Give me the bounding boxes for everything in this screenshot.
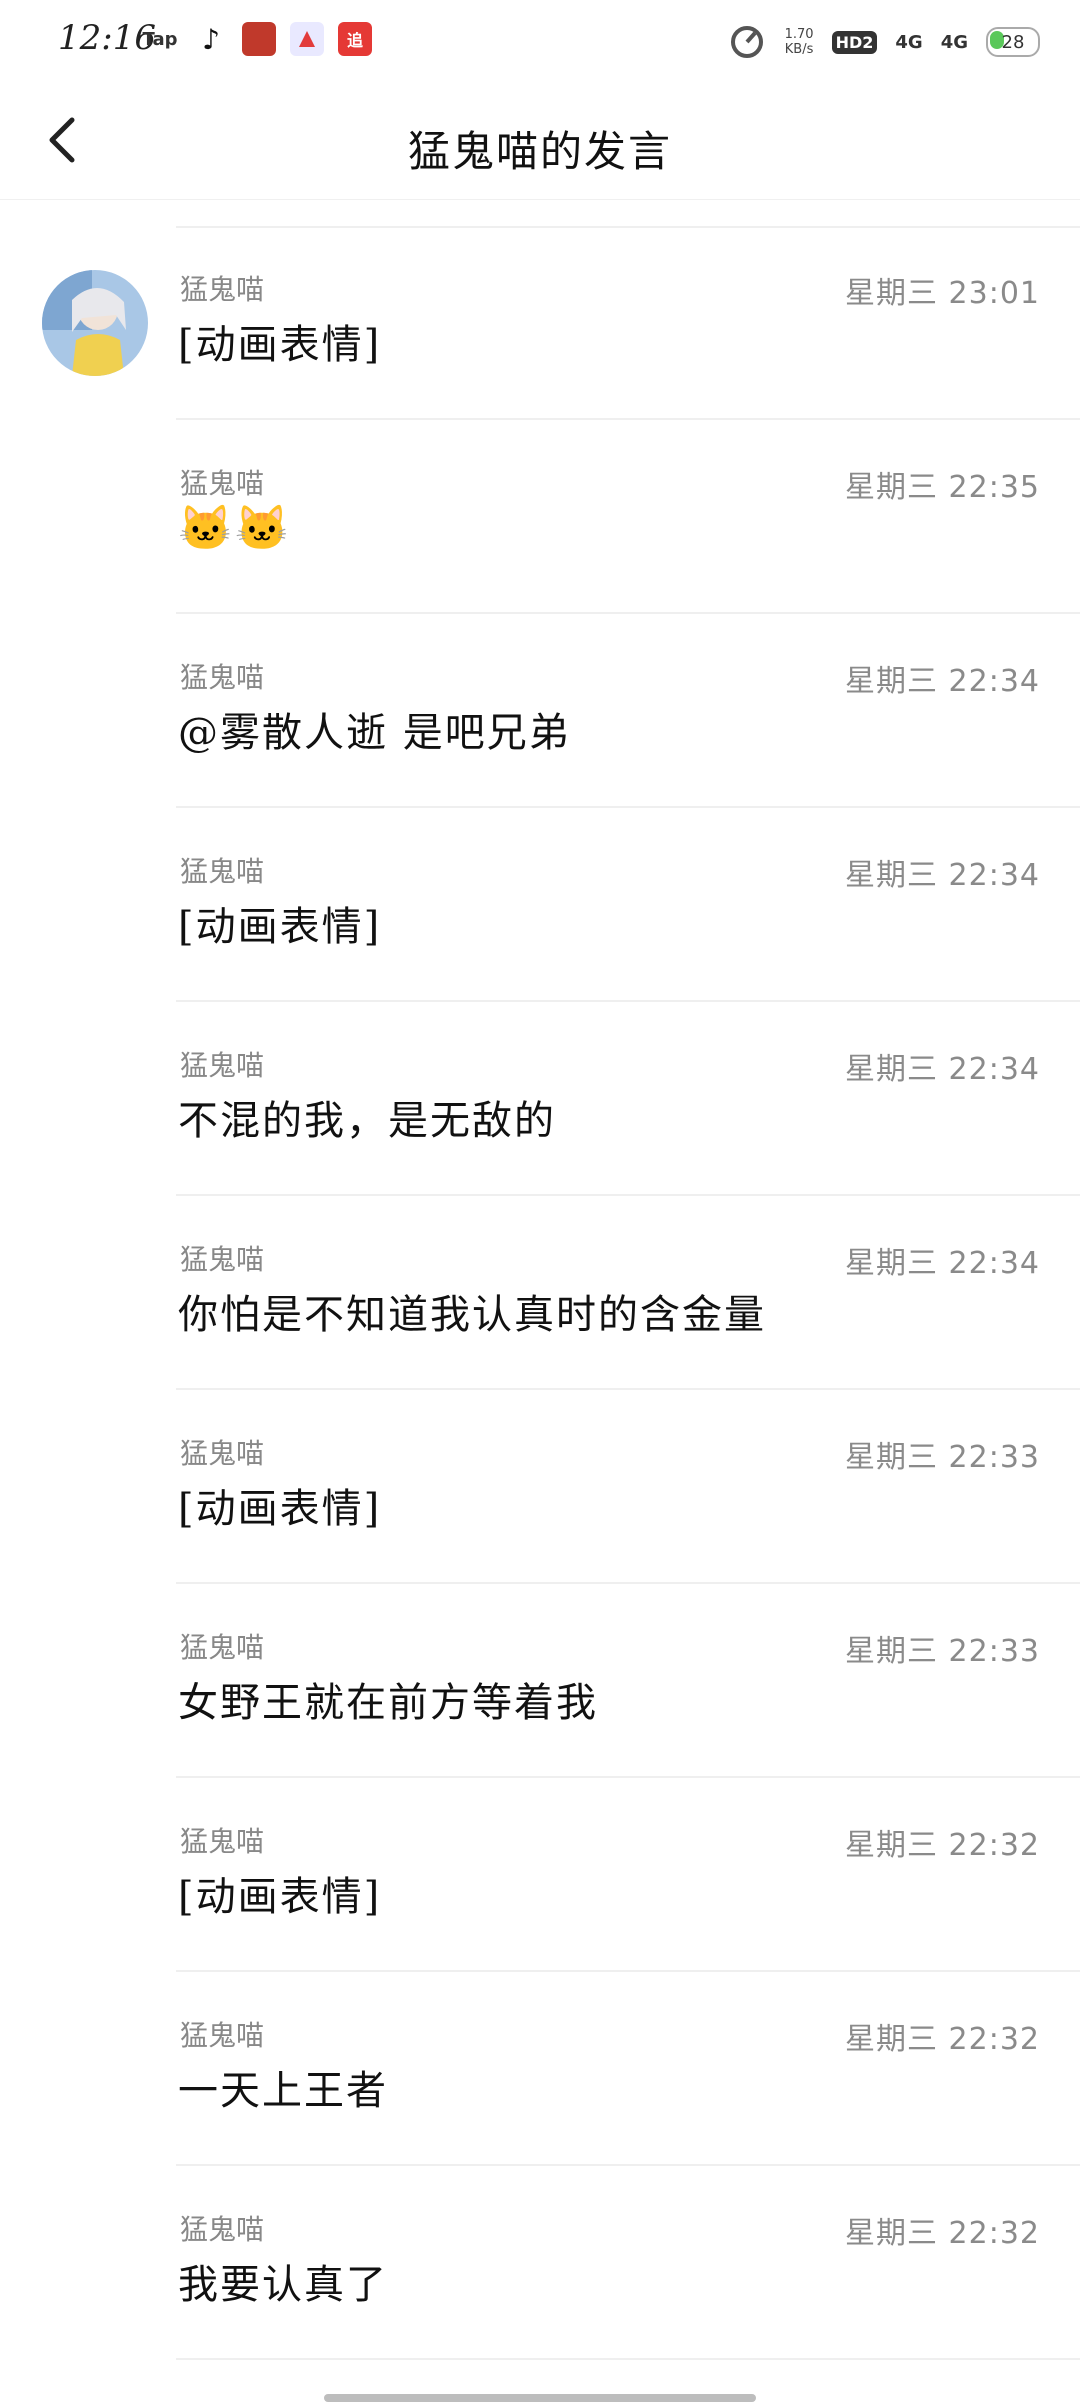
sender-name: 猛鬼喵 [180, 661, 265, 694]
message-text: [动画表情] [178, 322, 382, 368]
message-text: [动画表情] [178, 1486, 382, 1532]
browser-app-icon [290, 22, 324, 56]
message-item[interactable]: 猛鬼喵 星期三 22:33 [动画表情] [0, 1390, 1080, 1584]
signal-4g-2-icon: 4G [940, 31, 968, 53]
sender-name: 猛鬼喵 [180, 273, 265, 306]
status-indicators: 1.70 KB/s HD2 4G 4G 28 [727, 20, 1040, 64]
message-item[interactable]: 猛鬼喵 星期三 22:34 @雾散人逝 是吧兄弟 [0, 614, 1080, 808]
message-item[interactable]: 猛鬼喵 星期三 22:32 我要认真了 [0, 2166, 1080, 2360]
message-text: 一天上王者 [178, 2068, 388, 2114]
message-text: 你怕是不知道我认真时的含金量 [178, 1292, 766, 1338]
status-app-icons: Tap ♪ 追 [140, 22, 372, 56]
sender-name: 猛鬼喵 [180, 1631, 265, 1664]
message-list: 猛鬼喵 星期三 23:01 [动画表情] 猛鬼喵 星期三 22:35 🐱🐱 猛鬼喵 星期三 2… [0, 226, 1080, 2360]
message-time: 星期三 22:32 [845, 1828, 1040, 1863]
sender-name: 猛鬼喵 [180, 1437, 265, 1470]
divider [176, 2358, 1080, 2360]
message-item[interactable]: 猛鬼喵 星期三 22:34 你怕是不知道我认真时的含金量 [0, 1196, 1080, 1390]
message-time: 星期三 23:01 [845, 276, 1040, 311]
message-text: [动画表情] [178, 1874, 382, 1920]
sender-name: 猛鬼喵 [180, 467, 265, 500]
speed-gauge-icon [727, 20, 767, 64]
message-time: 星期三 22:34 [845, 858, 1040, 893]
hd-voice-icon: HD2 [831, 30, 878, 54]
home-indicator[interactable] [324, 2394, 756, 2402]
game-app-icon [242, 22, 276, 56]
sender-name: 猛鬼喵 [180, 1825, 265, 1858]
sender-name: 猛鬼喵 [180, 2213, 265, 2246]
status-bar: 12:16 Tap ♪ 追 1.70 KB/s HD2 4G 4G 28 [0, 0, 1080, 80]
battery-icon: 28 [986, 27, 1040, 57]
message-text: 我要认真了 [178, 2262, 388, 2308]
message-item[interactable]: 猛鬼喵 星期三 22:32 一天上王者 [0, 1972, 1080, 2166]
message-time: 星期三 22:34 [845, 1052, 1040, 1087]
signal-4g-1-icon: 4G [895, 31, 923, 53]
sender-name: 猛鬼喵 [180, 1243, 265, 1276]
avatar[interactable] [42, 270, 148, 376]
top-app-bar: 猛鬼喵的发言 [0, 80, 1080, 200]
zhui-app-icon: 追 [338, 22, 372, 56]
message-time: 星期三 22:34 [845, 664, 1040, 699]
sender-name: 猛鬼喵 [180, 1049, 265, 1082]
message-time: 星期三 22:33 [845, 1440, 1040, 1475]
message-text: [动画表情] [178, 904, 382, 950]
message-item[interactable]: 猛鬼喵 星期三 22:35 🐱🐱 [0, 420, 1080, 614]
message-item[interactable]: 猛鬼喵 星期三 22:34 不混的我，是无敌的 [0, 1002, 1080, 1196]
message-item[interactable]: 猛鬼喵 星期三 22:32 [动画表情] [0, 1778, 1080, 1972]
network-speed: 1.70 KB/s [784, 27, 814, 57]
message-emoji: 🐱🐱 [178, 503, 292, 554]
message-text: @雾散人逝 是吧兄弟 [178, 710, 571, 756]
message-item[interactable]: 猛鬼喵 星期三 22:34 [动画表情] [0, 808, 1080, 1002]
message-text: 不混的我，是无敌的 [178, 1098, 556, 1144]
message-item[interactable]: 猛鬼喵 星期三 23:01 [动画表情] [0, 226, 1080, 420]
message-time: 星期三 22:32 [845, 2022, 1040, 2057]
message-time: 星期三 22:34 [845, 1246, 1040, 1281]
page-title: 猛鬼喵的发言 [407, 127, 672, 176]
message-time: 星期三 22:33 [845, 1634, 1040, 1669]
tiktok-icon: ♪ [202, 22, 220, 56]
tap-app-icon: Tap [142, 28, 178, 50]
message-time: 星期三 22:32 [845, 2216, 1040, 2251]
sender-name: 猛鬼喵 [180, 2019, 265, 2052]
message-time: 星期三 22:35 [845, 470, 1040, 505]
header-divider [0, 199, 1080, 200]
message-text: 女野王就在前方等着我 [178, 1680, 598, 1726]
sender-name: 猛鬼喵 [180, 855, 265, 888]
message-item[interactable]: 猛鬼喵 星期三 22:33 女野王就在前方等着我 [0, 1584, 1080, 1778]
